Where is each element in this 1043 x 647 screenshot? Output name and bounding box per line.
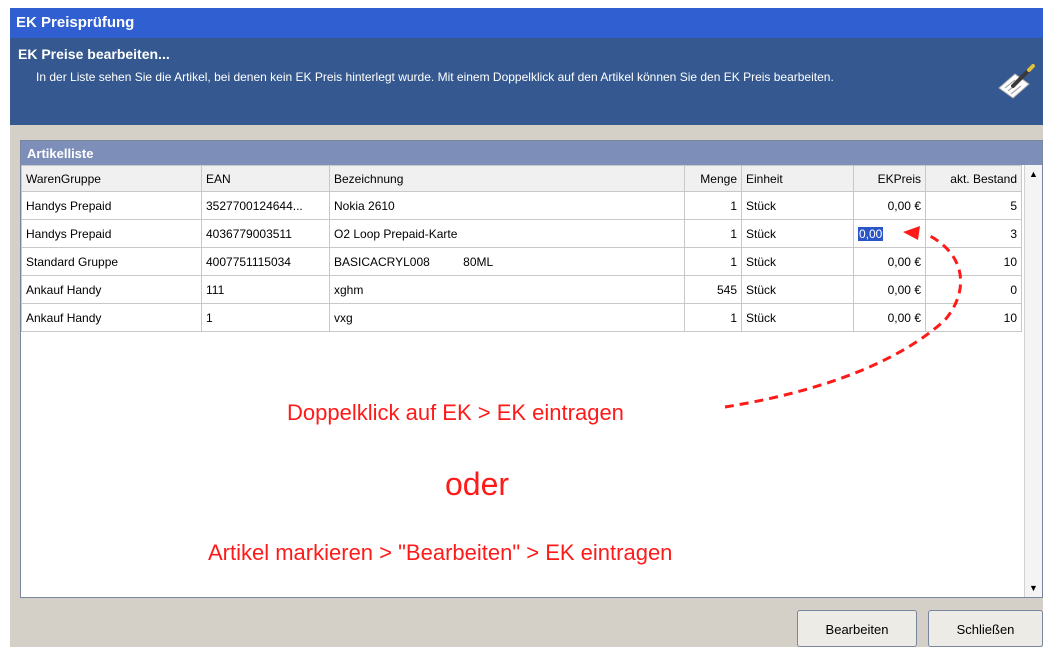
cell-menge: 1 xyxy=(684,219,742,248)
header-title: EK Preise bearbeiten... xyxy=(18,46,170,62)
cell-ean: 1 xyxy=(201,303,330,332)
cell-einheit: Stück xyxy=(741,219,854,248)
column-header-warengruppe[interactable]: WarenGruppe xyxy=(21,165,202,192)
vertical-scrollbar[interactable]: ▲ ▼ xyxy=(1024,165,1042,597)
header-description: In der Liste sehen Sie die Artikel, bei … xyxy=(36,70,834,84)
table-row[interactable]: Ankauf Handy 111 xghm 545 Stück 0,00 € 0 xyxy=(21,275,1022,304)
table-row[interactable]: Handys Prepaid 4036779003511 O2 Loop Pre… xyxy=(21,219,1022,248)
ekpreis-edit-input[interactable]: 0,00 xyxy=(858,226,884,241)
table-header-row: WarenGruppe EAN Bezeichnung Menge Einhei… xyxy=(21,165,1022,192)
cell-menge: 1 xyxy=(684,303,742,332)
cell-einheit: Stück xyxy=(741,275,854,304)
cell-bezeichnung: O2 Loop Prepaid-Karte xyxy=(329,219,685,248)
cell-menge: 1 xyxy=(684,247,742,276)
arrow-down-icon[interactable]: ▼ xyxy=(1025,579,1042,597)
cell-bestand: 0 xyxy=(925,275,1022,304)
cell-warengruppe: Handys Prepaid xyxy=(21,191,202,220)
column-header-menge[interactable]: Menge xyxy=(684,165,742,192)
panel-title: Artikelliste xyxy=(21,141,1042,165)
edit-button[interactable]: Bearbeiten xyxy=(797,610,917,647)
table-row[interactable]: Standard Gruppe 4007751115034 BASICACRYL… xyxy=(21,247,1022,276)
article-list-panel: Artikelliste WarenGruppe EAN Bezeichnung… xyxy=(20,140,1043,598)
table-row[interactable]: Handys Prepaid 3527700124644... Nokia 26… xyxy=(21,191,1022,220)
cell-ekpreis-editing[interactable]: 0,00 xyxy=(853,219,926,248)
cell-ekpreis[interactable]: 0,00 € xyxy=(853,247,926,276)
cell-einheit: Stück xyxy=(741,247,854,276)
cell-ean: 4036779003511 xyxy=(201,219,330,248)
table-row[interactable]: Ankauf Handy 1 vxg 1 Stück 0,00 € 10 xyxy=(21,303,1022,332)
cell-menge: 545 xyxy=(684,275,742,304)
cell-bezeichnung: vxg xyxy=(329,303,685,332)
notepad-pen-icon xyxy=(998,64,1035,99)
cell-bezeichnung: BASICACRYL008 80ML xyxy=(329,247,685,276)
cell-bezeichnung: xghm xyxy=(329,275,685,304)
cell-bestand: 10 xyxy=(925,303,1022,332)
cell-ean: 3527700124644... xyxy=(201,191,330,220)
cell-ekpreis[interactable]: 0,00 € xyxy=(853,303,926,332)
window-title: EK Preisprüfung xyxy=(10,8,1043,38)
close-button[interactable]: Schließen xyxy=(928,610,1043,647)
cell-einheit: Stück xyxy=(741,191,854,220)
header-banner: EK Preise bearbeiten... In der Liste seh… xyxy=(10,38,1043,125)
column-header-ean[interactable]: EAN xyxy=(201,165,330,192)
cell-ekpreis[interactable]: 0,00 € xyxy=(853,191,926,220)
cell-ekpreis[interactable]: 0,00 € xyxy=(853,275,926,304)
annotation-edit-button: Artikel markieren > "Bearbeiten" > EK ei… xyxy=(208,540,673,565)
cell-warengruppe: Ankauf Handy xyxy=(21,303,202,332)
annotation-or: oder xyxy=(445,466,510,502)
cell-bezeichnung: Nokia 2610 xyxy=(329,191,685,220)
cell-bestand: 3 xyxy=(925,219,1022,248)
cell-warengruppe: Ankauf Handy xyxy=(21,275,202,304)
cell-bestand: 5 xyxy=(925,191,1022,220)
cell-bestand: 10 xyxy=(925,247,1022,276)
article-table: WarenGruppe EAN Bezeichnung Menge Einhei… xyxy=(21,165,1022,332)
column-header-einheit[interactable]: Einheit xyxy=(741,165,854,192)
column-header-bestand[interactable]: akt. Bestand xyxy=(925,165,1022,192)
arrow-up-icon[interactable]: ▲ xyxy=(1025,165,1042,183)
cell-menge: 1 xyxy=(684,191,742,220)
cell-ean: 111 xyxy=(201,275,330,304)
cell-warengruppe: Handys Prepaid xyxy=(21,219,202,248)
column-header-bezeichnung[interactable]: Bezeichnung xyxy=(329,165,685,192)
column-header-ekpreis[interactable]: EKPreis xyxy=(853,165,926,192)
cell-warengruppe: Standard Gruppe xyxy=(21,247,202,276)
annotation-doubleclick: Doppelklick auf EK > EK eintragen xyxy=(287,400,624,425)
cell-einheit: Stück xyxy=(741,303,854,332)
cell-ean: 4007751115034 xyxy=(201,247,330,276)
